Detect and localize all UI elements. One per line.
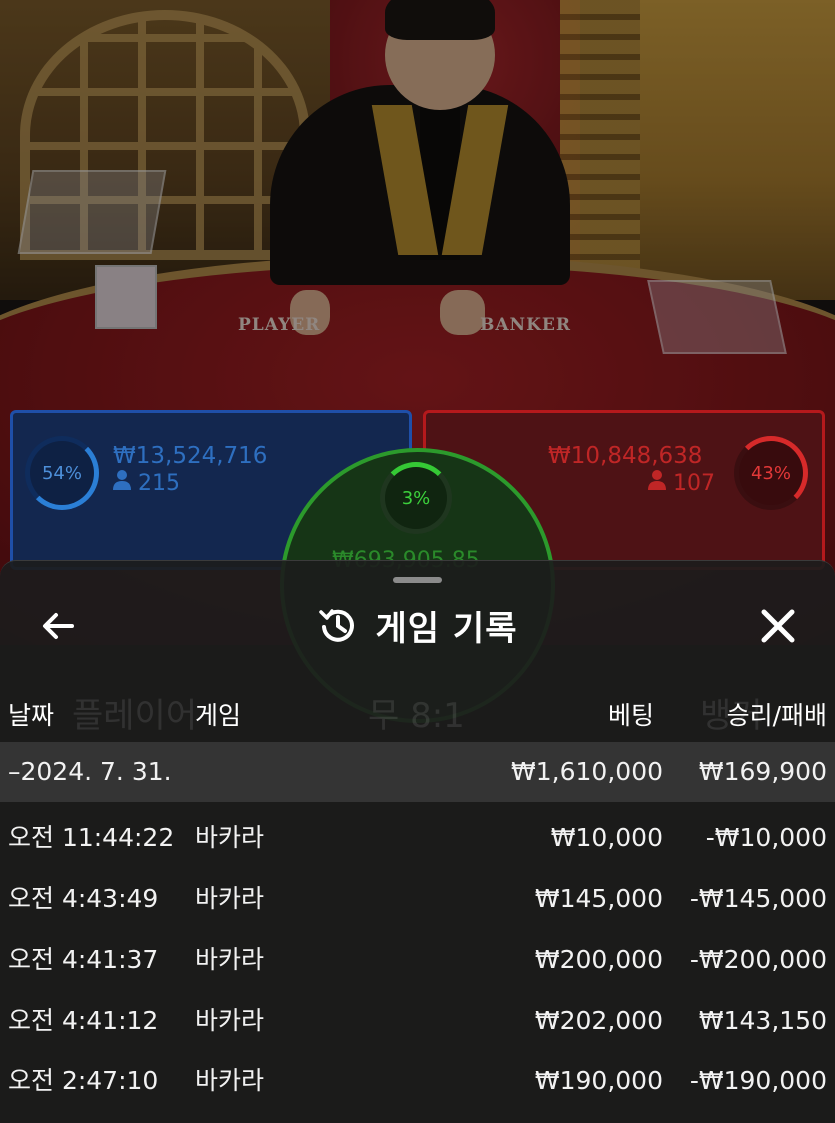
history-row[interactable]: 오전 4:43:49 바카라 ₩145,000 -₩145,000 bbox=[0, 869, 835, 929]
sheet-title: 게임 기록 bbox=[375, 608, 518, 649]
sheet-header: 게임 기록 bbox=[0, 600, 835, 650]
tie-percent-ring: 3% bbox=[380, 462, 452, 534]
row-date: 오전 4:41:12 bbox=[8, 1006, 159, 1035]
history-row[interactable]: 오전 4:41:12 바카라 ₩202,000 ₩143,150 bbox=[0, 991, 835, 1051]
user-icon bbox=[113, 470, 138, 496]
row-game: 바카라 bbox=[195, 945, 265, 974]
row-game: 바카라 bbox=[195, 884, 265, 913]
row-bet: ₩10,000 bbox=[550, 823, 663, 852]
column-header-date: 날짜 bbox=[8, 701, 55, 730]
banker-total-amount: ₩10,848,638 bbox=[548, 443, 703, 469]
banker-user-count-value: 107 bbox=[673, 471, 715, 496]
row-game: 바카라 bbox=[195, 1066, 265, 1095]
user-icon bbox=[648, 470, 673, 496]
row-bet: ₩200,000 bbox=[534, 945, 663, 974]
banker-percent-ring: 43% bbox=[734, 436, 808, 510]
row-result: -₩200,000 bbox=[689, 945, 827, 974]
row-bet: ₩202,000 bbox=[534, 1006, 663, 1035]
row-date: 오전 4:43:49 bbox=[8, 884, 159, 913]
ghost-tie-ratio: 무 8:1 bbox=[368, 696, 465, 736]
ghost-player-label: 플레이어 bbox=[72, 696, 198, 736]
history-icon bbox=[318, 609, 354, 642]
history-date-group-row[interactable]: –2024. 7. 31. ₩1,610,000 ₩169,900 bbox=[0, 742, 835, 802]
close-icon bbox=[761, 609, 795, 643]
row-bet: ₩190,000 bbox=[534, 1066, 663, 1095]
history-row[interactable]: 오전 4:41:37 바카라 ₩200,000 -₩200,000 bbox=[0, 930, 835, 990]
history-row[interactable]: 오전 11:44:22 바카라 ₩10,000 -₩10,000 bbox=[0, 808, 835, 868]
player-user-count: 215 bbox=[113, 470, 180, 496]
close-button[interactable] bbox=[756, 604, 800, 648]
column-header-bet: 베팅 bbox=[607, 701, 654, 730]
player-user-count-value: 215 bbox=[138, 471, 180, 496]
row-bet: ₩145,000 bbox=[534, 884, 663, 913]
row-result: ₩143,150 bbox=[698, 1006, 827, 1035]
row-date: 오전 11:44:22 bbox=[8, 823, 175, 852]
column-header-game: 게임 bbox=[195, 701, 242, 730]
player-total-amount: ₩13,524,716 bbox=[113, 443, 268, 469]
row-game: 바카라 bbox=[195, 1006, 265, 1035]
column-header-result: 승리/패배 bbox=[726, 701, 827, 730]
row-result: ₩169,900 bbox=[698, 757, 827, 786]
row-game: 바카라 bbox=[195, 823, 265, 852]
row-date: 오전 2:47:10 bbox=[8, 1066, 159, 1095]
player-percent-ring: 54% bbox=[25, 436, 99, 510]
row-result: -₩10,000 bbox=[705, 823, 827, 852]
row-date: 오전 4:41:37 bbox=[8, 945, 159, 974]
sheet-drag-handle[interactable] bbox=[393, 577, 442, 583]
row-result: -₩190,000 bbox=[689, 1066, 827, 1095]
row-result: -₩145,000 bbox=[689, 884, 827, 913]
history-row[interactable]: 오전 2:47:10 바카라 ₩190,000 -₩190,000 bbox=[0, 1051, 835, 1111]
row-bet: ₩1,610,000 bbox=[511, 757, 663, 786]
banker-user-count: 107 bbox=[648, 470, 715, 496]
row-date: –2024. 7. 31. bbox=[8, 757, 172, 786]
